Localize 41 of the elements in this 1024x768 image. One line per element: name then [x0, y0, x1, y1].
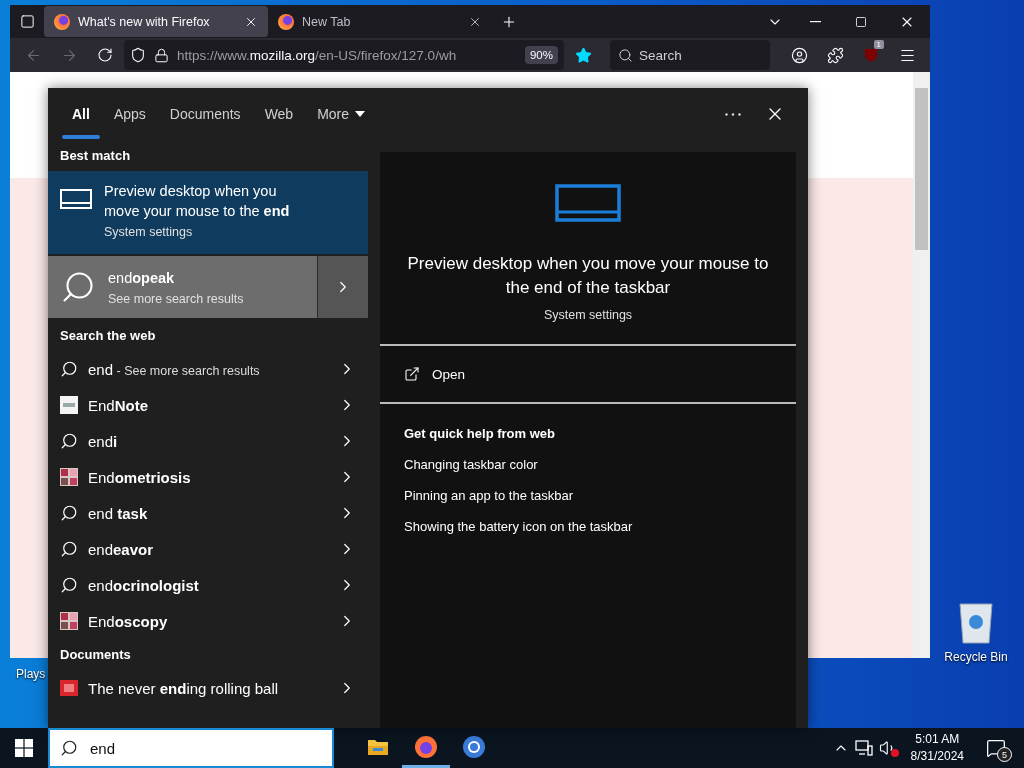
- filter-tab[interactable]: Web: [252, 88, 306, 140]
- preview-subtitle: System settings: [543, 308, 633, 322]
- section-header: Search the web: [59, 327, 157, 345]
- open-button[interactable]: Open: [380, 346, 796, 402]
- help-link[interactable]: Pinning an app to the taskbar: [404, 488, 772, 503]
- filter-tab[interactable]: All: [60, 88, 102, 140]
- result-subtitle: See more search results: [108, 292, 244, 306]
- result-title: Preview desktop when you move your mouse to the end: [104, 182, 291, 221]
- section-header: Documents: [59, 646, 132, 664]
- browser-tab[interactable]: New Tab: [268, 6, 492, 37]
- browser-tab[interactable]: What's new with Firefox: [44, 6, 268, 37]
- section-header: Best match: [59, 147, 132, 165]
- count-badge: 1: [873, 40, 884, 49]
- desktop-icon-label: Plays: [16, 667, 46, 681]
- search-field[interactable]: Search: [610, 40, 770, 70]
- desktop-icon-label: Recycle Bin: [944, 650, 1008, 664]
- filter-tab[interactable]: Apps: [101, 88, 158, 140]
- web-result[interactable]: end - See more search results: [48, 351, 368, 387]
- address-bar[interactable]: https://www.mozilla.org/en-US/firefox/127.0/wh 90%: [124, 40, 564, 70]
- help-link[interactable]: Changing taskbar color: [404, 457, 772, 472]
- help-link[interactable]: Showing the battery icon on the taskbar: [404, 519, 772, 534]
- taskbar-search-field[interactable]: end: [48, 728, 334, 768]
- search-suggestion[interactable]: endopeak See more search results: [48, 256, 368, 318]
- best-match-item[interactable]: Preview desktop when you move your mouse to the end System settings: [48, 171, 368, 254]
- result-title: endopeak: [108, 269, 176, 288]
- web-result[interactable]: Endometriosis: [48, 459, 368, 495]
- preview-title: Preview desktop when you move your mouse to the end of the taskbar: [406, 253, 770, 299]
- web-result[interactable]: EndNote: [48, 387, 368, 423]
- web-result[interactable]: endi: [48, 423, 368, 459]
- result-subtitle: System settings: [104, 225, 194, 239]
- filter-tab[interactable]: Documents: [157, 88, 253, 140]
- web-result[interactable]: end task: [48, 495, 368, 531]
- document-result[interactable]: The never ending rolling ball: [48, 670, 368, 706]
- filter-tab[interactable]: More: [305, 88, 378, 140]
- web-result[interactable]: endeavor: [48, 531, 368, 567]
- clock[interactable]: 5:01 AM 8/31/2024: [902, 731, 972, 765]
- help-header: Get quick help from web: [404, 426, 556, 441]
- web-result[interactable]: Endoscopy: [48, 603, 368, 639]
- web-result[interactable]: endocrinologist: [48, 567, 368, 603]
- zoom-level[interactable]: 90%: [524, 46, 558, 64]
- count-badge: 5: [997, 747, 1012, 762]
